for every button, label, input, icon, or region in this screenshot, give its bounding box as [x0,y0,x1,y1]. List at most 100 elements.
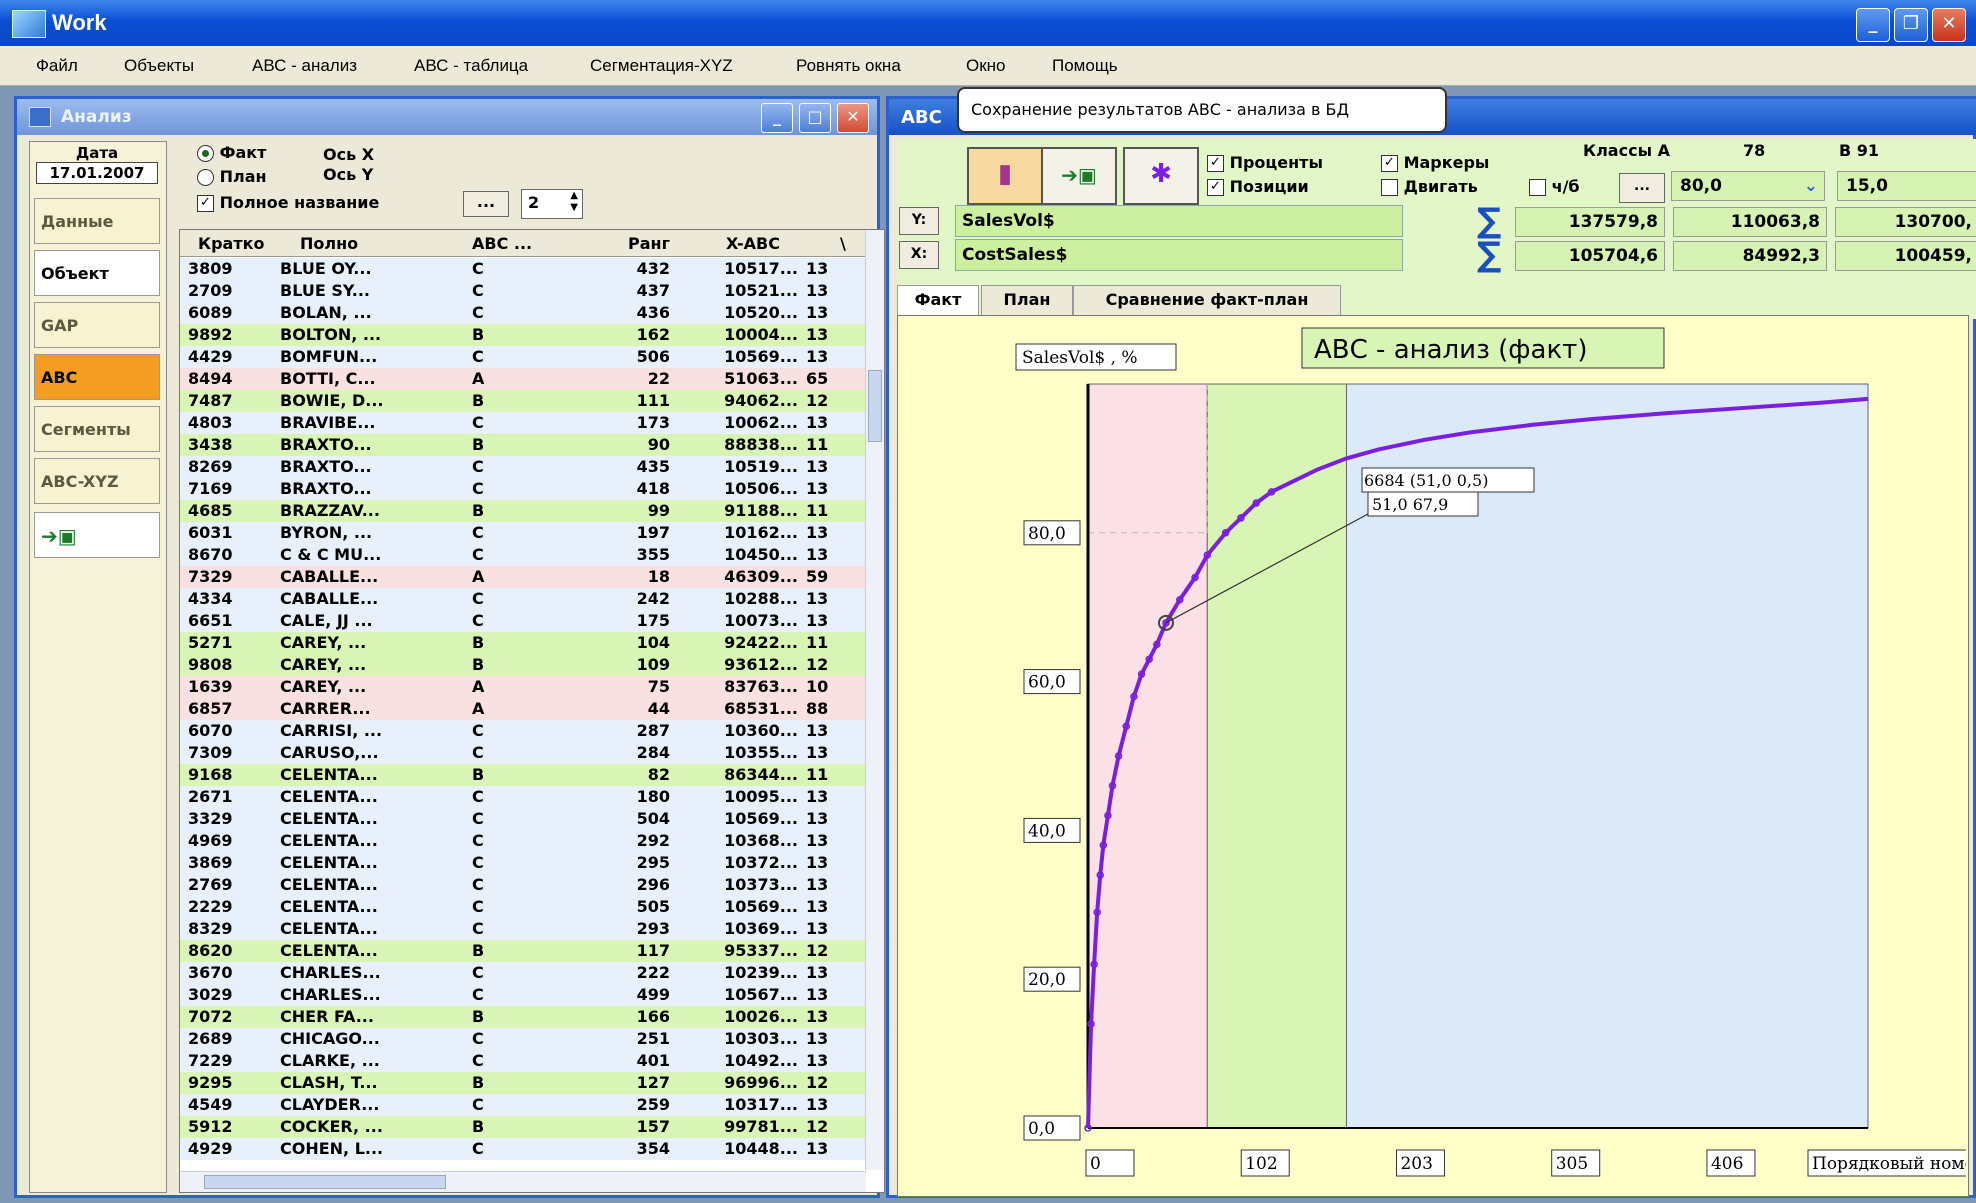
table-row[interactable]: 6857 CARRER... A 44 68531... 88 [180,698,866,720]
markers-checkbox[interactable]: ✓ [1381,155,1398,172]
close-button[interactable]: ✕ [1932,8,1966,42]
app-titlebar[interactable]: Work _ ❐ ✕ [0,0,1976,46]
table-row[interactable]: 3809 BLUE OY... C 432 10517... 13 [180,258,866,280]
table-row[interactable]: 8620 CELENTA... B 117 95337... 12 [180,940,866,962]
menu-objects[interactable]: Объекты [124,56,194,76]
table-row[interactable]: 4929 COHEN, L... C 354 10448... 13 [180,1138,866,1160]
table-row[interactable]: 6651 CALE, JJ ... C 175 10073... 13 [180,610,866,632]
restore-button[interactable]: ❐ [1894,8,1928,42]
table-row[interactable]: 1639 CAREY, ... A 75 83763... 10 [180,676,866,698]
table-row[interactable]: 4685 BRAZZAV... B 99 91188... 11 [180,500,866,522]
table-horizontal-scrollbar[interactable] [180,1171,866,1192]
date-value[interactable]: 17.01.2007 [36,162,158,184]
col-short[interactable]: Кратко [198,234,264,253]
table-row[interactable]: 4334 CABALLE... C 242 10288... 13 [180,588,866,610]
table-row[interactable]: 3670 CHARLES... C 222 10239... 13 [180,962,866,984]
table-row[interactable]: 7329 CABALLE... A 18 46309... 59 [180,566,866,588]
table-row[interactable]: 6031 BYRON, ... C 197 10162... 13 [180,522,866,544]
table-row[interactable]: 2709 BLUE SY... C 437 10521... 13 [180,280,866,302]
table-row[interactable]: 2689 CHICAGO... C 251 10303... 13 [180,1028,866,1050]
sidebar-export-excel-button[interactable]: ➔▣ [34,512,160,558]
class-b-threshold[interactable]: 15,0 [1837,171,1976,201]
table-row[interactable]: 8329 CELENTA... C 293 10369... 13 [180,918,866,940]
table-row[interactable]: 9168 CELENTA... B 82 86344... 11 [180,764,866,786]
export-excel-button[interactable]: ➔▣ [1041,147,1117,205]
axis-y-label[interactable]: Ось Y [323,165,373,184]
sidebar-data[interactable]: Данные [34,198,160,244]
percent-checkbox[interactable]: ✓ [1207,155,1224,172]
col-rank[interactable]: Ранг [628,234,670,253]
table-row[interactable]: 2769 CELENTA... C 296 10373... 13 [180,874,866,896]
table-row[interactable]: 7169 BRAXTO... C 418 10506... 13 [180,478,866,500]
sidebar-abc-xyz[interactable]: ABC-XYZ [34,458,160,504]
col-abc[interactable]: ABC ... [472,234,532,253]
table-vertical-scrollbar[interactable] [865,230,884,1170]
positions-checkbox[interactable]: ✓ [1207,179,1224,196]
y-axis-button[interactable]: Y: [899,207,939,235]
analysis-minimize-button[interactable]: _ [761,103,793,133]
table-row[interactable]: 6089 BOLAN, ... C 436 10520... 13 [180,302,866,324]
move-checkbox[interactable] [1381,179,1398,196]
menu-help[interactable]: Помощь [1052,56,1118,76]
analysis-window-titlebar[interactable]: Анализ _ □ ✕ [17,99,877,135]
plan-radio[interactable] [197,169,214,186]
tab-plan[interactable]: План [981,285,1073,317]
y-field[interactable]: SalesVol$ [955,205,1403,237]
table-row[interactable]: 5271 CAREY, ... B 104 92422... 11 [180,632,866,654]
tab-fact[interactable]: Факт [897,285,979,317]
menu-abc-table[interactable]: АВС - таблица [414,56,528,76]
hscroll-thumb[interactable] [204,1175,446,1189]
menu-arrange[interactable]: Ровнять окна [796,56,901,76]
table-row[interactable]: 3329 CELENTA... C 504 10569... 13 [180,808,866,830]
table-row[interactable]: 3869 CELENTA... C 295 10372... 13 [180,852,866,874]
save-db-button[interactable]: ▮ [967,147,1043,205]
table-row[interactable]: 4549 CLAYDER... C 259 10317... 13 [180,1094,866,1116]
table-row[interactable]: 7309 CARUSO,... C 284 10355... 13 [180,742,866,764]
table-row[interactable]: 8269 BRAXTO... C 435 10519... 13 [180,456,866,478]
x-axis-button[interactable]: X: [899,241,939,269]
chart-settings-button[interactable]: ✱ [1123,147,1199,205]
table-row[interactable]: 8494 BOTTI, C... A 22 51063... 65 [180,368,866,390]
x-field[interactable]: CostSales$ [955,239,1403,271]
tab-compare[interactable]: Сравнение факт-план [1073,285,1341,317]
table-row[interactable]: 8670 C & C MU... C 355 10450... 13 [180,544,866,566]
table-row[interactable]: 4429 BOMFUN... C 506 10569... 13 [180,346,866,368]
sidebar-object[interactable]: Объект [34,250,160,296]
table-row[interactable]: 3029 CHARLES... C 499 10567... 13 [180,984,866,1006]
table-row[interactable]: 2671 CELENTA... C 180 10095... 13 [180,786,866,808]
table-row[interactable]: 9295 CLASH, T... B 127 96996... 12 [180,1072,866,1094]
level-spinner[interactable]: 2 ▲ ▼ [521,189,583,219]
classes-more-button[interactable]: ... [1619,173,1665,203]
table-row[interactable]: 5912 COCKER, ... B 157 99781... 12 [180,1116,866,1138]
analysis-close-button[interactable]: ✕ [837,103,869,133]
analysis-maximize-button[interactable]: □ [799,103,831,133]
col-x-abc[interactable]: X-ABC [726,234,780,253]
table-row[interactable]: 6070 CARRISI, ... C 287 10360... 13 [180,720,866,742]
options-more-button[interactable]: ... [463,191,509,217]
table-row[interactable]: 7072 CHER FA... B 166 10026... 13 [180,1006,866,1028]
fact-radio[interactable] [197,145,214,162]
sidebar-segments[interactable]: Сегменты [34,406,160,452]
menu-file[interactable]: Файл [36,56,78,76]
class-a-threshold[interactable]: 80,0 ⌄ [1671,171,1825,201]
col-full[interactable]: Полно [300,234,358,253]
menu-window[interactable]: Окно [966,56,1006,76]
menu-abc-analysis[interactable]: АВС - анализ [252,56,357,76]
sidebar-abc[interactable]: ABC [34,354,160,400]
table-row[interactable]: 9808 CAREY, ... B 109 93612... 12 [180,654,866,676]
sidebar-gap[interactable]: GAP [34,302,160,348]
table-row[interactable]: 4969 CELENTA... C 292 10368... 13 [180,830,866,852]
bw-checkbox[interactable] [1529,179,1546,196]
table-row[interactable]: 2229 CELENTA... C 505 10569... 13 [180,896,866,918]
menu-segmentation[interactable]: Сегментация-XYZ [590,56,733,76]
scroll-thumb[interactable] [868,370,882,442]
full-name-checkbox[interactable]: ✓ [197,195,214,212]
minimize-button[interactable]: _ [1856,8,1890,42]
table-row[interactable]: 3438 BRAXTO... B 90 88838... 11 [180,434,866,456]
table-row[interactable]: 9892 BOLTON, ... B 162 10004... 13 [180,324,866,346]
table-row[interactable]: 7229 CLARKE, ... C 401 10492... 13 [180,1050,866,1072]
table-row[interactable]: 7487 BOWIE, D... B 111 94062... 12 [180,390,866,412]
col-extra[interactable]: \ [840,234,846,253]
table-row[interactable]: 4803 BRAVIBE... C 173 10062... 13 [180,412,866,434]
axis-x-label[interactable]: Ось X [323,145,374,164]
